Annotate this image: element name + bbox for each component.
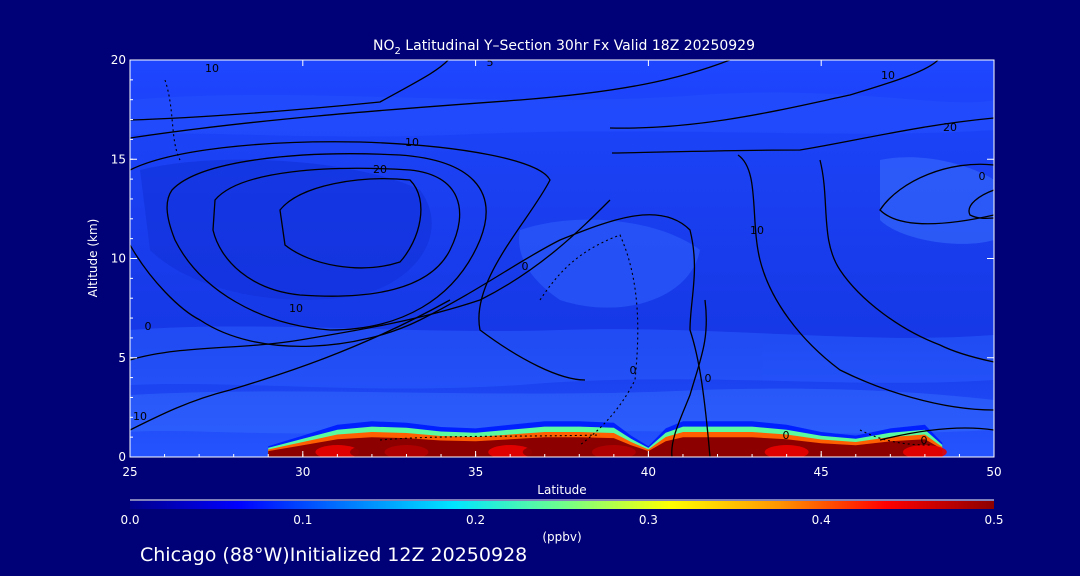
contour-label: 0 [783, 429, 790, 442]
contour-label: 0 [705, 372, 712, 385]
x-tick-label: 30 [295, 465, 310, 479]
title-prefix: NO [373, 38, 395, 54]
y-tick-label: 0 [118, 450, 126, 464]
contour-label: 20 [943, 121, 957, 134]
contour-label: 10 [289, 302, 303, 315]
x-tick-label: 25 [122, 465, 137, 479]
colorbar-tick-label: 0.1 [293, 513, 312, 527]
contour-label: 0 [979, 170, 986, 183]
colorbar: 0.0 0.1 0.2 0.3 0.4 0.5 (ppbv) [120, 499, 1004, 544]
chart-svg: NO2 Latitudinal Y–Section 30hr Fx Valid … [86, 38, 1004, 566]
y-tick-label: 5 [118, 351, 126, 365]
contour-label: 0 [630, 364, 637, 377]
y-axis-label: Altitude (km) [86, 219, 100, 298]
x-tick-label: 40 [641, 465, 656, 479]
colorbar-unit-label: (ppbv) [542, 530, 581, 544]
x-axis-label: Latitude [537, 483, 586, 497]
contour-label: 0 [145, 320, 152, 333]
contour-label: 10 [205, 62, 219, 75]
contour-label: 10 [405, 136, 419, 149]
contour-label: 10 [881, 69, 895, 82]
contour-label: 0 [921, 434, 928, 447]
colorbar-gradient [130, 501, 994, 509]
chart-title: NO2 Latitudinal Y–Section 30hr Fx Valid … [373, 38, 755, 57]
colorbar-tick-label: 0.4 [812, 513, 831, 527]
x-tick-label: 35 [468, 465, 483, 479]
contour-label: 20 [373, 163, 387, 176]
y-tick-label: 20 [111, 53, 126, 67]
colorbar-tick-label: 0.3 [639, 513, 658, 527]
colorbar-ticks: 0.0 0.1 0.2 0.3 0.4 0.5 [120, 513, 1003, 527]
contour-label: 5 [487, 56, 494, 69]
colorbar-tick-label: 0.0 [120, 513, 139, 527]
chart-root: NO2 Latitudinal Y–Section 30hr Fx Valid … [0, 0, 1080, 576]
y-tick-label: 10 [111, 252, 126, 266]
contour-label: 10 [133, 410, 147, 423]
x-tick-label: 45 [814, 465, 829, 479]
colorbar-tick-label: 0.5 [984, 513, 1003, 527]
contour-label: 10 [750, 224, 764, 237]
contour-label: 0 [522, 260, 529, 273]
x-tick-label: 50 [986, 465, 1001, 479]
footer-caption: Chicago (88°W)Initialized 12Z 20250928 [140, 544, 527, 566]
title-suffix: Latitudinal Y–Section 30hr Fx Valid 18Z … [401, 38, 755, 54]
plot-area: 10 5 10 10 20 20 0 10 0 10 0 0 0 0 10 0 [130, 56, 994, 457]
y-tick-label: 15 [111, 152, 126, 166]
colorbar-tick-label: 0.2 [466, 513, 485, 527]
